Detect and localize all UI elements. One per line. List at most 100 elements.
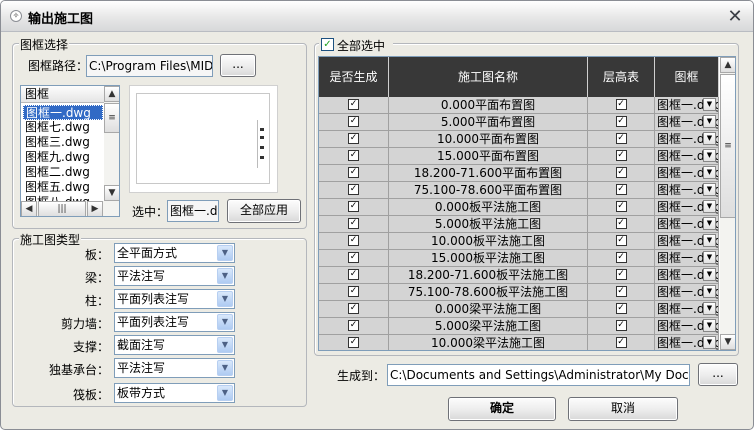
story-table-cell[interactable]: ✓	[588, 284, 655, 301]
frame-cell[interactable]: 图框一.dwg ▼	[655, 165, 719, 182]
selected-frame-field[interactable]: 图框一.dwg	[167, 200, 219, 222]
generate-cell[interactable]: ✓	[319, 97, 389, 114]
column-header-story-table[interactable]: 层高表	[588, 57, 655, 97]
generate-cell[interactable]: ✓	[319, 318, 389, 335]
story-table-cell[interactable]: ✓	[588, 318, 655, 335]
chevron-down-icon[interactable]: ▼	[703, 115, 716, 128]
story-table-cell[interactable]: ✓	[588, 267, 655, 284]
table-row[interactable]: ✓ 15.000板平法施工图 ✓ 图框一.dwg ▼	[319, 250, 719, 267]
story-table-checkbox[interactable]: ✓	[615, 320, 627, 331]
story-table-checkbox[interactable]: ✓	[615, 303, 627, 314]
frame-cell[interactable]: 图框一.dwg ▼	[655, 216, 719, 233]
table-row[interactable]: ✓ 10.000板平法施工图 ✓ 图框一.dwg ▼	[319, 233, 719, 250]
chevron-down-icon[interactable]: ▼	[217, 314, 233, 330]
generate-cell[interactable]: ✓	[319, 267, 389, 284]
frame-list-item[interactable]: 图框五.dwg	[23, 180, 103, 195]
table-row[interactable]: ✓ 10.000梁平法施工图 ✓ 图框一.dwg ▼	[319, 335, 719, 350]
chevron-down-icon[interactable]: ▼	[703, 183, 716, 196]
chevron-down-icon[interactable]: ▼	[217, 337, 233, 353]
scroll-up-icon[interactable]: ▲	[104, 86, 119, 102]
frame-path-browse-button[interactable]: ...	[220, 54, 256, 77]
table-row[interactable]: ✓ 10.000平面布置图 ✓ 图框一.dwg ▼	[319, 131, 719, 148]
story-table-checkbox[interactable]: ✓	[615, 116, 627, 127]
column-type-select[interactable]: 平面列表注写 ▼	[114, 289, 235, 309]
story-table-cell[interactable]: ✓	[588, 199, 655, 216]
generate-cell[interactable]: ✓	[319, 131, 389, 148]
chevron-down-icon[interactable]: ▼	[703, 319, 716, 332]
generate-cell[interactable]: ✓	[319, 301, 389, 318]
chevron-down-icon[interactable]: ▼	[217, 245, 233, 261]
generate-checkbox[interactable]: ✓	[348, 320, 359, 331]
chevron-down-icon[interactable]: ▼	[217, 268, 233, 284]
output-path-field[interactable]: C:\Documents and Settings\Administrator\…	[387, 364, 690, 386]
generate-checkbox[interactable]: ✓	[348, 286, 359, 297]
story-table-checkbox[interactable]: ✓	[615, 235, 627, 246]
select-all-toggle[interactable]: ✓ 全部选中	[319, 37, 393, 53]
story-table-checkbox[interactable]: ✓	[615, 269, 627, 280]
generate-cell[interactable]: ✓	[319, 182, 389, 199]
column-header-generate[interactable]: 是否生成	[319, 57, 389, 97]
generate-checkbox[interactable]: ✓	[348, 184, 359, 195]
generate-checkbox[interactable]: ✓	[348, 99, 359, 110]
scroll-left-icon[interactable]: ◀	[21, 201, 37, 216]
story-table-checkbox[interactable]: ✓	[615, 133, 627, 144]
generate-checkbox[interactable]: ✓	[348, 252, 359, 263]
ok-button[interactable]: 确定	[448, 397, 556, 421]
generate-checkbox[interactable]: ✓	[348, 167, 359, 178]
generate-checkbox[interactable]: ✓	[348, 201, 359, 212]
frame-list-item[interactable]: 图框九.dwg	[23, 150, 103, 165]
frame-cell[interactable]: 图框一.dwg ▼	[655, 182, 719, 199]
beam-type-select[interactable]: 平法注写 ▼	[114, 266, 235, 286]
frame-cell[interactable]: 图框一.dwg ▼	[655, 250, 719, 267]
story-table-cell[interactable]: ✓	[588, 182, 655, 199]
frame-cell[interactable]: 图框一.dwg ▼	[655, 318, 719, 335]
frame-cell[interactable]: 图框一.dwg ▼	[655, 148, 719, 165]
chevron-down-icon[interactable]: ▼	[703, 217, 716, 230]
frame-list-item[interactable]: 图框二.dwg	[23, 165, 103, 180]
table-row[interactable]: ✓ 18.200-71.600板平法施工图 ✓ 图框一.dwg ▼	[319, 267, 719, 284]
frame-cell[interactable]: 图框一.dwg ▼	[655, 131, 719, 148]
chevron-down-icon[interactable]: ▼	[703, 132, 716, 145]
story-table-cell[interactable]: ✓	[588, 250, 655, 267]
story-table-cell[interactable]: ✓	[588, 148, 655, 165]
scroll-down-icon[interactable]: ▼	[104, 185, 119, 201]
drawing-table[interactable]: 是否生成 施工图名称 层高表 图框 ✓ 0.000平面布置图 ✓ 图框一.dwg ▼ ✓ 5…	[318, 56, 736, 351]
scroll-up-icon[interactable]: ▲	[720, 57, 735, 73]
generate-checkbox[interactable]: ✓	[348, 269, 359, 280]
chevron-down-icon[interactable]: ▼	[217, 360, 233, 376]
story-table-cell[interactable]: ✓	[588, 233, 655, 250]
column-header-name[interactable]: 施工图名称	[389, 57, 588, 97]
scroll-thumb[interactable]: ≡	[720, 74, 735, 218]
story-table-checkbox[interactable]: ✓	[615, 184, 627, 195]
frame-list-item[interactable]: 图框一.dwg	[23, 105, 103, 120]
table-row[interactable]: ✓ 5.000梁平法施工图 ✓ 图框一.dwg ▼	[319, 318, 719, 335]
story-table-cell[interactable]: ✓	[588, 301, 655, 318]
frame-list-item[interactable]: 图框七.dwg	[23, 120, 103, 135]
frame-cell[interactable]: 图框一.dwg ▼	[655, 114, 719, 131]
table-row[interactable]: ✓ 18.200-71.600平面布置图 ✓ 图框一.dwg ▼	[319, 165, 719, 182]
table-row[interactable]: ✓ 5.000平面布置图 ✓ 图框一.dwg ▼	[319, 114, 719, 131]
brace-type-select[interactable]: 截面注写 ▼	[114, 335, 235, 355]
generate-cell[interactable]: ✓	[319, 165, 389, 182]
table-row[interactable]: ✓ 75.100-78.600板平法施工图 ✓ 图框一.dwg ▼	[319, 284, 719, 301]
story-table-checkbox[interactable]: ✓	[615, 286, 627, 297]
story-table-checkbox[interactable]: ✓	[615, 99, 627, 110]
generate-cell[interactable]: ✓	[319, 284, 389, 301]
story-table-checkbox[interactable]: ✓	[615, 167, 627, 178]
frame-list-horizontal-scrollbar[interactable]: ◀ ||| ▶	[21, 201, 119, 216]
apply-all-button[interactable]: 全部应用	[227, 199, 301, 223]
generate-checkbox[interactable]: ✓	[348, 303, 359, 314]
story-table-cell[interactable]: ✓	[588, 335, 655, 350]
frame-list[interactable]: 图框 图框一.dwg 图框七.dwg 图框三.dwg 图框九.dwg 图框二.d…	[20, 85, 120, 217]
story-table-checkbox[interactable]: ✓	[615, 337, 627, 348]
story-table-cell[interactable]: ✓	[588, 165, 655, 182]
story-table-cell[interactable]: ✓	[588, 216, 655, 233]
frame-list-item[interactable]: 图框三.dwg	[23, 135, 103, 150]
frame-cell[interactable]: 图框一.dwg ▼	[655, 335, 719, 350]
frame-cell[interactable]: 图框一.dwg ▼	[655, 284, 719, 301]
close-icon[interactable]: ✕	[725, 7, 745, 27]
table-row[interactable]: ✓ 5.000板平法施工图 ✓ 图框一.dwg ▼	[319, 216, 719, 233]
story-table-checkbox[interactable]: ✓	[615, 150, 627, 161]
generate-cell[interactable]: ✓	[319, 199, 389, 216]
chevron-down-icon[interactable]: ▼	[703, 302, 716, 315]
